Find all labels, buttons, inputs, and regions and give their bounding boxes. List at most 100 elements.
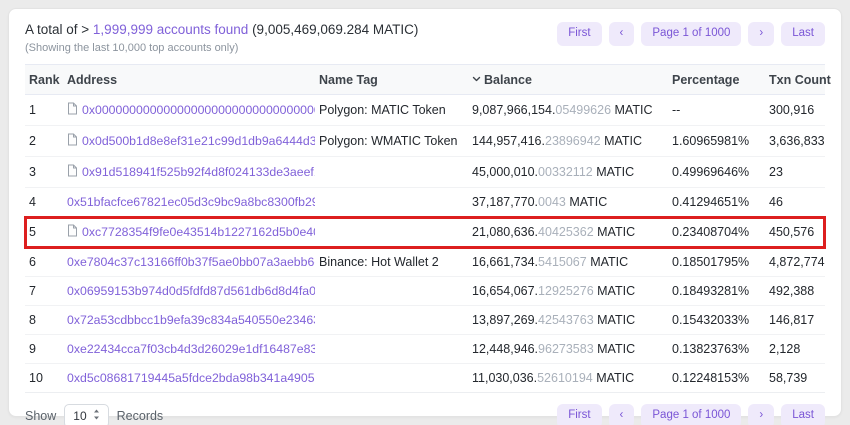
next-page-button[interactable]: › [748,404,774,425]
name-tag-cell [315,364,468,393]
account-row: 6 0xe7804c37c13166ff0b37f5ae0bb07a3aebb6… [25,248,825,277]
account-row: 7 0x06959153b974d0d5fdfd87d561db6d8d4fa0… [25,277,825,306]
address-link[interactable]: 0x00000000000000000000000000000000000010… [82,103,315,117]
txn-count-cell: 58,739 [765,364,825,393]
pagination-bottom: First ‹ Page 1 of 1000 › Last [557,404,825,425]
address-link[interactable]: 0xd5c08681719445a5fdce2bda98b341a49050d8… [67,371,315,385]
balance-unit: MATIC [587,255,628,269]
rank-cell: 8 [25,306,63,335]
last-page-button[interactable]: Last [781,22,825,46]
balance-cell: 9,087,966,154.05499626 MATIC [468,95,668,126]
balance-unit: MATIC [594,225,635,239]
prev-page-button[interactable]: ‹ [609,22,635,46]
balance-int: 16,654,067. [472,284,538,298]
total-matic-suffix: (9,005,469,069.284 MATIC) [248,22,418,37]
balance-int: 21,080,636. [472,225,538,239]
name-tag-cell [315,188,468,217]
rank-cell: 2 [25,126,63,157]
address-link[interactable]: 0xc7728354f9fe0e43514b1227162d5b0e40fad4… [82,225,315,239]
rank-cell: 6 [25,248,63,277]
balance-int: 9,087,966,154. [472,103,555,117]
percentage-cell: -- [668,95,765,126]
rank-cell: 1 [25,95,63,126]
balance-cell: 11,030,036.52610194 MATIC [468,364,668,393]
account-row: 3 0x91d518941f525b92f4d8f024133de3aeef15… [25,157,825,188]
balance-dec: 23896942 [545,134,601,148]
address-link[interactable]: 0x51bfacfce67821ec05d3c9bc9a8bc8300fb295… [67,195,315,209]
percentage-cell: 0.23408704% [668,217,765,248]
rank-cell: 7 [25,277,63,306]
address-link[interactable]: 0xe22434cca7f03cb4d3d26029e1df16487e83fc… [67,342,315,356]
first-page-button[interactable]: First [557,22,601,46]
name-tag-cell [315,306,468,335]
rank-cell: 9 [25,335,63,364]
account-row: 9 0xe22434cca7f03cb4d3d26029e1df16487e83… [25,335,825,364]
balance-dec: 12925276 [538,284,594,298]
contract-icon [67,164,78,180]
name-tag-cell: Polygon: WMATIC Token [315,126,468,157]
address-link[interactable]: 0x91d518941f525b92f4d8f024133de3aeef15a4… [82,165,315,179]
first-page-button[interactable]: First [557,404,601,425]
address-link[interactable]: 0xe7804c37c13166ff0b37f5ae0bb07a3aebb6e2… [67,255,315,269]
txn-count-cell: 146,817 [765,306,825,335]
txn-count-cell: 492,388 [765,277,825,306]
address-link[interactable]: 0x0d500b1d8e8ef31e21c99d1db9a6444d3adf12… [82,134,315,148]
top-accounts-table: Rank Address Name Tag Balance Percentage… [25,64,825,393]
balance-dec: 05499626 [555,103,611,117]
account-row: 8 0x72a53cdbbcc1b9efa39c834a540550e23463… [25,306,825,335]
balance-cell: 45,000,010.00332112 MATIC [468,157,668,188]
select-updown-icon [93,409,100,423]
name-tag-cell [315,157,468,188]
balance-cell: 21,080,636.40425362 MATIC [468,217,668,248]
percentage-cell: 0.13823763% [668,335,765,364]
contract-icon [67,102,78,118]
account-row: 2 0x0d500b1d8e8ef31e21c99d1db9a6444d3adf… [25,126,825,157]
showing-note: (Showing the last 10,000 top accounts on… [25,42,418,54]
contract-icon [67,224,78,240]
balance-unit: MATIC [593,165,634,179]
balance-cell: 144,957,416.23896942 MATIC [468,126,668,157]
address-link[interactable]: 0x72a53cdbbcc1b9efa39c834a540550e23463aa… [67,313,315,327]
name-tag-cell: Binance: Hot Wallet 2 [315,248,468,277]
next-page-button[interactable]: › [748,22,774,46]
balance-int: 45,000,010. [472,165,538,179]
last-page-button[interactable]: Last [781,404,825,425]
records-per-page-select[interactable]: 10 [64,404,108,425]
balance-dec: 00332112 [538,165,593,179]
totals-block: A total of > 1,999,999 accounts found (9… [25,22,418,54]
balance-int: 37,187,770. [472,195,538,209]
header-bar: A total of > 1,999,999 accounts found (9… [25,22,825,54]
balance-cell: 12,448,946.96273583 MATIC [468,335,668,364]
name-tag-cell: Polygon: MATIC Token [315,95,468,126]
show-label: Show [25,409,56,423]
account-row: 4 0x51bfacfce67821ec05d3c9bc9a8bc8300fb2… [25,188,825,217]
balance-int: 11,030,036. [472,371,537,385]
balance-unit: MATIC [611,103,652,117]
rank-cell: 3 [25,157,63,188]
balance-dec: 40425362 [538,225,594,239]
col-header-txn-count: Txn Count [765,65,825,95]
balance-dec: 96273583 [538,342,594,356]
txn-count-cell: 23 [765,157,825,188]
balance-cell: 16,661,734.5415067 MATIC [468,248,668,277]
balance-cell: 16,654,067.12925276 MATIC [468,277,668,306]
txn-count-cell: 46 [765,188,825,217]
percentage-cell: 0.41294651% [668,188,765,217]
percentage-cell: 1.60965981% [668,126,765,157]
footer-bar: Show 10 Records First ‹ Page 1 of 1000 ›… [25,404,825,425]
balance-unit: MATIC [593,371,634,385]
account-row: 5 0xc7728354f9fe0e43514b1227162d5b0e40fa… [25,217,825,248]
records-per-page-control: Show 10 Records [25,404,163,425]
prev-page-button[interactable]: ‹ [609,404,635,425]
rank-cell: 5 [25,217,63,248]
page-indicator: Page 1 of 1000 [641,404,741,425]
balance-cell: 13,897,269.42543763 MATIC [468,306,668,335]
balance-unit: MATIC [601,134,642,148]
address-link[interactable]: 0x06959153b974d0d5fdfd87d561db6d8d4fa0bb… [67,284,315,298]
top-accounts-card: A total of > 1,999,999 accounts found (9… [8,8,842,417]
name-tag-cell [315,335,468,364]
contract-icon [67,133,78,149]
balance-dec: 42543763 [538,313,594,327]
col-header-balance[interactable]: Balance [468,65,668,95]
name-tag-cell [315,277,468,306]
